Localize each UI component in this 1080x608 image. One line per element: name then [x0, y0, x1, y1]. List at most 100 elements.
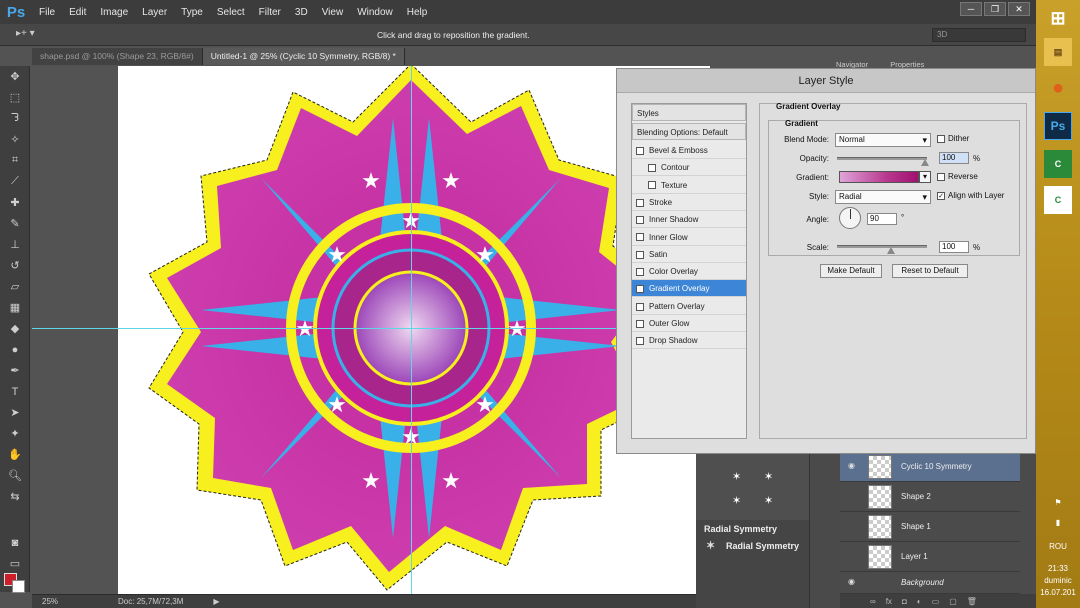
scale-input[interactable]: 100: [939, 241, 969, 253]
minimize-icon[interactable]: ─: [960, 2, 982, 16]
layer-row[interactable]: Shape 1: [840, 512, 1020, 542]
style-item[interactable]: Pattern Overlay: [632, 298, 746, 315]
type-tool-icon[interactable]: T: [0, 381, 30, 402]
clock-time[interactable]: 21:33: [1036, 564, 1080, 573]
menu-file[interactable]: File: [32, 7, 62, 18]
input-language[interactable]: ROU: [1036, 542, 1080, 551]
menu-help[interactable]: Help: [400, 7, 435, 18]
opacity-slider-knob[interactable]: [921, 159, 929, 166]
screen-mode-icon[interactable]: ▭: [0, 553, 30, 574]
layer-fx-icon[interactable]: fx: [886, 597, 892, 606]
hand-tool-icon[interactable]: ✋: [0, 444, 30, 465]
tab-shape-psd[interactable]: shape.psd @ 100% (Shape 23, RGB/8#): [32, 48, 203, 65]
scale-slider-knob[interactable]: [887, 247, 895, 254]
swap-colors-icon[interactable]: ⇆: [0, 486, 30, 507]
shape-star-icon[interactable]: ✶: [732, 494, 741, 507]
dither-checkbox[interactable]: Dither: [937, 134, 969, 143]
menu-image[interactable]: Image: [93, 7, 135, 18]
angle-dial[interactable]: [839, 207, 861, 229]
shape-star-icon[interactable]: ✶: [764, 470, 773, 483]
style-checkbox[interactable]: [636, 233, 644, 242]
zoom-level[interactable]: 25%: [42, 597, 58, 606]
style-item[interactable]: Texture: [632, 177, 746, 194]
action-row[interactable]: ✶ Radial Symmetry: [704, 539, 808, 553]
firefox-icon[interactable]: ●: [1044, 74, 1072, 102]
quick-select-tool-icon[interactable]: ✧: [0, 129, 30, 150]
windows-start-icon[interactable]: ⊞: [1044, 4, 1072, 32]
angle-input[interactable]: 90: [867, 213, 897, 225]
workspace-select[interactable]: 3D: [932, 28, 1026, 42]
shape-star-icon[interactable]: ✶: [764, 494, 773, 507]
lasso-tool-icon[interactable]: ᘊ: [0, 108, 30, 129]
quick-mask-icon[interactable]: ◙: [0, 532, 30, 553]
dodge-tool-icon[interactable]: ●: [0, 339, 30, 360]
scale-slider[interactable]: [837, 245, 927, 248]
style-checkbox[interactable]: [636, 319, 644, 328]
brush-tool-icon[interactable]: ✎: [0, 213, 30, 234]
menu-3d[interactable]: 3D: [288, 7, 315, 18]
style-checkbox[interactable]: [636, 337, 644, 346]
style-select[interactable]: Radial: [835, 190, 931, 204]
menu-view[interactable]: View: [315, 7, 351, 18]
delete-layer-icon[interactable]: 🗑︎: [967, 597, 977, 606]
menu-filter[interactable]: Filter: [252, 7, 288, 18]
style-checkbox[interactable]: [636, 250, 644, 259]
shape-tool-icon[interactable]: ✦: [0, 423, 30, 444]
style-item[interactable]: Inner Glow: [632, 229, 746, 246]
network-icon[interactable]: ▮: [1036, 518, 1080, 527]
menu-type[interactable]: Type: [174, 7, 210, 18]
tab-untitled-1[interactable]: Untitled-1 @ 25% (Cyclic 10 Symmetry, RG…: [202, 48, 405, 65]
style-item[interactable]: Drop Shadow: [632, 332, 746, 350]
blur-tool-icon[interactable]: ◆: [0, 318, 30, 339]
move-tool-icon[interactable]: ✥: [0, 66, 30, 87]
gradient-dropdown-icon[interactable]: ▾: [919, 171, 931, 183]
visibility-eye-icon[interactable]: ◉: [848, 577, 858, 587]
move-tool-preset-icon[interactable]: ▸+ ▾: [16, 28, 35, 39]
eyedropper-tool-icon[interactable]: ⟋: [0, 171, 30, 192]
marquee-tool-icon[interactable]: ⬚: [0, 87, 30, 108]
close-icon[interactable]: ✕: [1008, 2, 1030, 16]
camtasia-icon[interactable]: C: [1044, 150, 1072, 178]
visibility-eye-icon[interactable]: ◉: [848, 461, 858, 471]
gradient-tool-icon[interactable]: ▦: [0, 297, 30, 318]
layer-row[interactable]: ◉ Background: [840, 572, 1020, 594]
file-explorer-icon[interactable]: ▤: [1044, 38, 1072, 66]
layer-row[interactable]: Layer 1: [840, 542, 1020, 572]
style-checkbox[interactable]: [636, 216, 644, 225]
new-group-icon[interactable]: ▭: [932, 597, 940, 606]
menu-window[interactable]: Window: [350, 7, 400, 18]
blend-mode-select[interactable]: Normal: [835, 133, 931, 147]
style-checkbox[interactable]: [648, 164, 656, 173]
link-layers-icon[interactable]: ∞: [870, 597, 876, 606]
adjustment-layer-icon[interactable]: ◐: [917, 597, 922, 606]
camtasia-recorder-icon[interactable]: C: [1044, 186, 1072, 214]
background-color-swatch[interactable]: [12, 580, 25, 593]
opacity-input[interactable]: 100: [939, 152, 969, 164]
style-checkbox[interactable]: [636, 302, 644, 311]
style-item[interactable]: Bevel & Emboss: [632, 142, 746, 159]
reset-default-button[interactable]: Reset to Default: [892, 264, 968, 278]
style-item[interactable]: Contour: [632, 159, 746, 177]
make-default-button[interactable]: Make Default: [820, 264, 882, 278]
style-item[interactable]: Inner Shadow: [632, 211, 746, 229]
add-mask-icon[interactable]: ◘: [902, 597, 907, 606]
opacity-slider[interactable]: [837, 157, 927, 160]
style-item[interactable]: ✓ Gradient Overlay: [632, 280, 746, 298]
style-checkbox[interactable]: [636, 198, 644, 207]
style-item[interactable]: Stroke: [632, 194, 746, 211]
style-item[interactable]: Satin: [632, 246, 746, 263]
style-checkbox[interactable]: [636, 146, 644, 155]
history-brush-tool-icon[interactable]: ↺: [0, 255, 30, 276]
menu-edit[interactable]: Edit: [62, 7, 93, 18]
layer-row[interactable]: ◉ Cyclic 10 Symmetry: [840, 452, 1020, 482]
healing-brush-tool-icon[interactable]: ✚: [0, 192, 30, 213]
zoom-tool-icon[interactable]: 🔍︎: [0, 465, 30, 486]
style-item[interactable]: Outer Glow: [632, 315, 746, 332]
pen-tool-icon[interactable]: ✒: [0, 360, 30, 381]
photoshop-taskbar-icon[interactable]: Ps: [1044, 112, 1072, 140]
style-checkbox[interactable]: [648, 181, 656, 190]
align-layer-checkbox[interactable]: ✓ Align with Layer: [937, 191, 1004, 200]
eraser-tool-icon[interactable]: ▱: [0, 276, 30, 297]
style-checkbox[interactable]: ✓: [636, 285, 644, 294]
menu-layer[interactable]: Layer: [135, 7, 174, 18]
